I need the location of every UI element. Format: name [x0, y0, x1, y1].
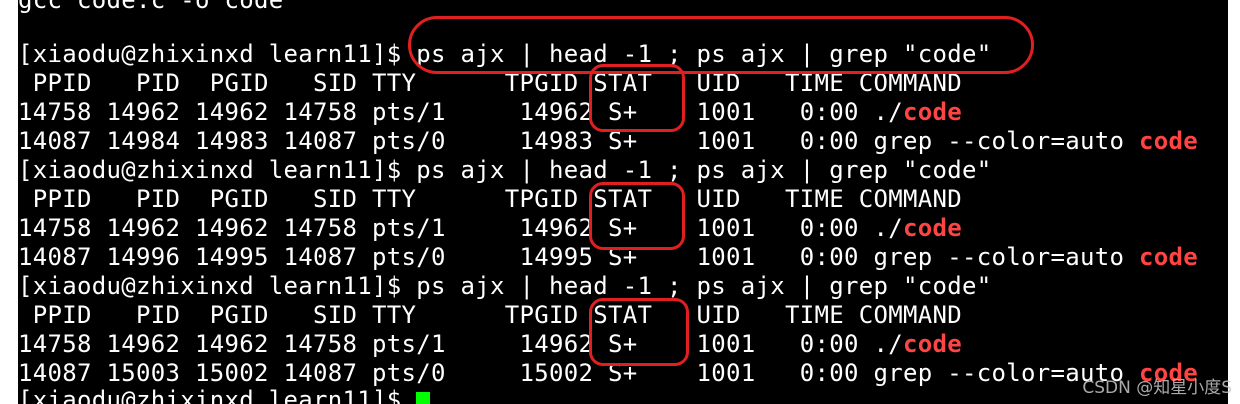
grep-match-highlight: code: [902, 98, 962, 126]
command-text: ps ajx | head -1 ; ps ajx | grep "code": [416, 40, 992, 68]
watermark: CSDN @知星小度S: [1082, 378, 1232, 398]
process-row-text: 14758 14962 14962 14758 pts/1 14962 S+ 1…: [18, 98, 903, 126]
process-row-text: 14758 14962 14962 14758 pts/1 14962 S+ 1…: [18, 214, 903, 242]
prompt-line: [xiaodu@zhixinxd learn11]$ ps ajx | head…: [18, 40, 991, 69]
command-text: ps ajx | head -1 ; ps ajx | grep "code": [416, 156, 992, 184]
grep-match-highlight: code: [902, 330, 962, 358]
process-row-text: 14087 14984 14983 14087 pts/0 14983 S+ 1…: [18, 127, 1139, 155]
ps-header-row: PPID PID PGID SID TTY TPGID STAT UID TIM…: [18, 69, 962, 97]
shell-prompt: [xiaodu@zhixinxd learn11]$: [18, 40, 417, 68]
prompt-line: [xiaodu@zhixinxd learn11]$ ps ajx | head…: [18, 272, 991, 301]
final-prompt-line[interactable]: [xiaodu@zhixinxd learn11]$: [18, 386, 431, 404]
terminal-window[interactable]: gcc code.c -o code [xiaodu@zhixinxd lear…: [18, 0, 1228, 404]
process-row-text: 14087 14996 14995 14087 pts/0 14995 S+ 1…: [18, 243, 1139, 271]
process-row: 14758 14962 14962 14758 pts/1 14962 S+ 1…: [18, 330, 962, 359]
process-row: 14087 15003 15002 14087 pts/0 15002 S+ 1…: [18, 359, 1198, 388]
shell-prompt: [xiaodu@zhixinxd learn11]$: [18, 156, 417, 184]
grep-match-highlight: code: [902, 214, 962, 242]
command-text: ps ajx | head -1 ; ps ajx | grep "code": [416, 272, 992, 300]
grep-match-highlight: code: [1138, 243, 1198, 271]
process-row-text: 14087 15003 15002 14087 pts/0 15002 S+ 1…: [18, 359, 1139, 387]
ps-header-row: PPID PID PGID SID TTY TPGID STAT UID TIM…: [18, 301, 962, 329]
grep-match-highlight: code: [1138, 127, 1198, 155]
process-row-text: 14758 14962 14962 14758 pts/1 14962 S+ 1…: [18, 330, 903, 358]
prompt-line: [xiaodu@zhixinxd learn11]$ ps ajx | head…: [18, 156, 991, 185]
ps-header-row: PPID PID PGID SID TTY TPGID STAT UID TIM…: [18, 185, 962, 213]
process-row: 14087 14996 14995 14087 pts/0 14995 S+ 1…: [18, 243, 1198, 272]
shell-prompt: [xiaodu@zhixinxd learn11]$: [18, 272, 417, 300]
process-row: 14758 14962 14962 14758 pts/1 14962 S+ 1…: [18, 214, 962, 243]
shell-prompt: [xiaodu@zhixinxd learn11]$: [18, 386, 417, 404]
partial-command-line: gcc code.c -o code: [18, 0, 284, 14]
process-row: 14758 14962 14962 14758 pts/1 14962 S+ 1…: [18, 98, 962, 127]
text-cursor: [416, 392, 431, 404]
process-row: 14087 14984 14983 14087 pts/0 14983 S+ 1…: [18, 127, 1198, 156]
